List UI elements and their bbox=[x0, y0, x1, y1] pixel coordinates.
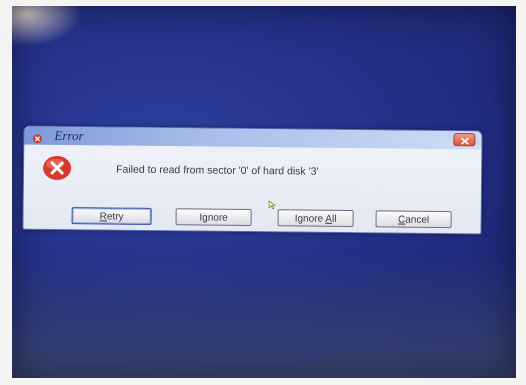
ignore-label: Ignore bbox=[199, 212, 228, 224]
error-message: Failed to read from sector '0' of hard d… bbox=[116, 163, 319, 178]
close-button[interactable] bbox=[453, 133, 476, 147]
retry-label-suffix: etry bbox=[106, 211, 124, 223]
ignore-all-label-prefix: Ignore bbox=[294, 213, 326, 225]
ignore-all-label-suffix: ll bbox=[331, 213, 337, 225]
close-icon bbox=[460, 137, 469, 145]
error-icon bbox=[32, 131, 42, 144]
ignore-all-button[interactable]: Ignore All bbox=[277, 209, 354, 228]
ignore-button[interactable]: Ignore bbox=[175, 208, 252, 226]
retry-button[interactable]: Retry bbox=[71, 207, 152, 225]
dialog-body: Failed to read from sector '0' of hard d… bbox=[23, 144, 482, 234]
dialog-title: Error bbox=[54, 127, 84, 144]
mouse-cursor-icon bbox=[268, 197, 278, 210]
cancel-label-accel: C bbox=[397, 214, 406, 226]
error-dialog: Error Failed to read from sector '0' of … bbox=[22, 125, 483, 235]
cancel-button[interactable]: Cancel bbox=[375, 210, 452, 229]
error-icon bbox=[42, 155, 72, 181]
cancel-label-suffix: ancel bbox=[405, 214, 430, 226]
